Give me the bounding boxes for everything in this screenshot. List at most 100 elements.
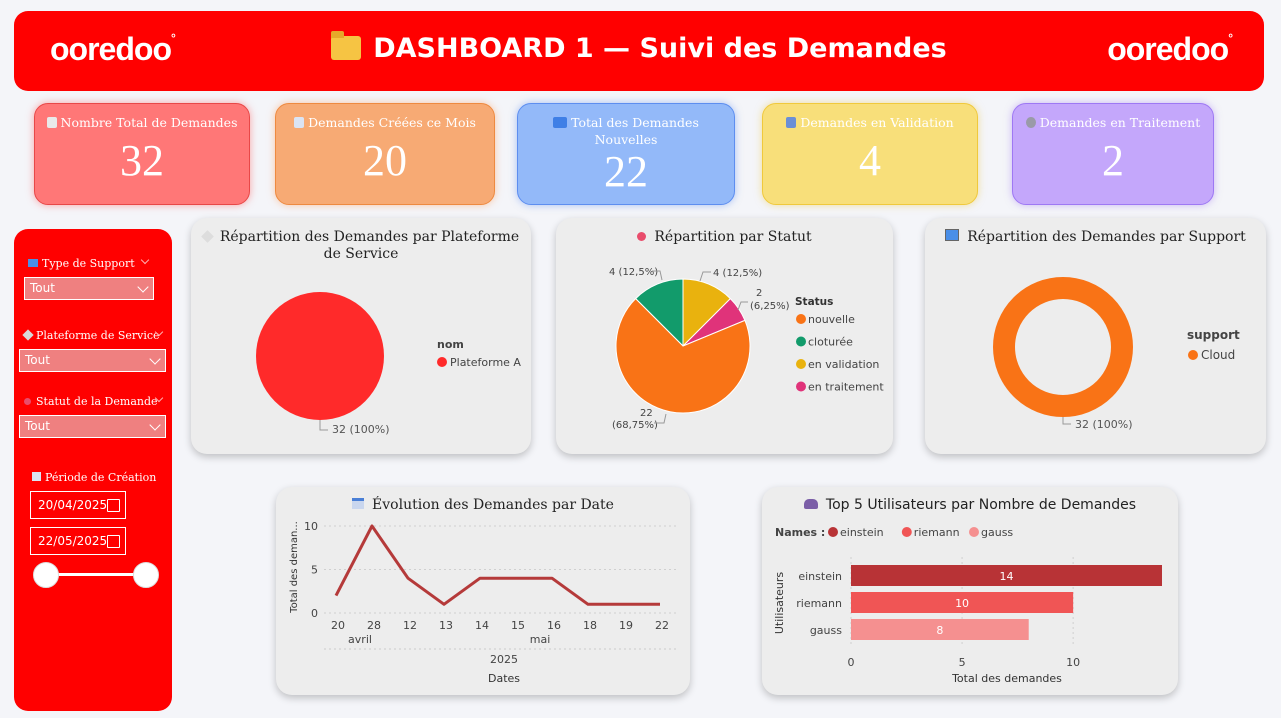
chevron-down-icon bbox=[137, 281, 149, 293]
chart-card-top-users: Top 5 Utilisateurs par Nombre de Demande… bbox=[762, 487, 1178, 695]
legend-title: Names : bbox=[775, 526, 825, 539]
ooredoo-logo-right: ooredoo° bbox=[1107, 31, 1233, 67]
series-line bbox=[334, 524, 660, 606]
slice-leader-line bbox=[1062, 417, 1071, 425]
date-range-slider-handle-start[interactable] bbox=[33, 562, 59, 588]
legend-item: riemann bbox=[914, 526, 960, 539]
y-tick-label: gauss bbox=[810, 624, 842, 637]
calendar-icon bbox=[32, 472, 41, 481]
bar-value-label: 8 bbox=[936, 624, 943, 637]
filter-label-plateforme: Plateforme de Service bbox=[22, 329, 160, 342]
slice-label: 4 (12,5%) bbox=[713, 268, 762, 279]
calendar-icon[interactable] bbox=[107, 535, 120, 548]
x-tick-label: 22 bbox=[655, 619, 669, 632]
chevron-down-icon[interactable] bbox=[140, 255, 150, 265]
y-tick-label: 10 bbox=[304, 520, 318, 533]
x-tick-label: 10 bbox=[1066, 656, 1080, 669]
slice-leader-line bbox=[319, 420, 328, 431]
x-month-label: avril bbox=[348, 633, 372, 646]
kpi-value: 20 bbox=[363, 136, 407, 185]
chart-card-statut: Répartition par Statut 4 (12,5%) 4 (12,5%… bbox=[556, 218, 893, 454]
filters-sidebar: Type de Support Tout Plateforme de Servi… bbox=[14, 229, 172, 711]
legend-item: einstein bbox=[840, 526, 884, 539]
x-tick-label: 19 bbox=[619, 619, 633, 632]
y-tick-label: riemann bbox=[796, 597, 842, 610]
folder-icon bbox=[331, 31, 362, 60]
x-axis-title: Dates bbox=[488, 672, 520, 685]
calendar-icon bbox=[294, 117, 305, 128]
date-range-slider-handle-end[interactable] bbox=[133, 562, 159, 588]
date-end-input[interactable]: 22/05/2025 bbox=[30, 527, 126, 555]
support-donut-svg: 32 (100%) support Cloud bbox=[993, 277, 1240, 431]
legend-item: gauss bbox=[981, 526, 1013, 539]
legend-item: Cloud bbox=[1201, 348, 1235, 362]
legend-marker bbox=[437, 357, 447, 367]
slice-leader-line bbox=[737, 301, 748, 311]
filter-label-statut: Statut de la Demande bbox=[24, 395, 158, 408]
legend-marker bbox=[796, 336, 806, 347]
legend-item: cloturée bbox=[808, 336, 853, 349]
donut-slice bbox=[993, 277, 1133, 417]
x-tick-label: 15 bbox=[511, 619, 525, 632]
legend-item: en validation bbox=[808, 358, 879, 371]
x-year-label: 2025 bbox=[490, 653, 518, 666]
x-tick-label: 13 bbox=[439, 619, 453, 632]
legend-marker bbox=[796, 314, 806, 324]
chart-card-evolution: Évolution des Demandes par Date 0 5 10 20 28… bbox=[276, 487, 690, 695]
x-tick-label: 12 bbox=[403, 619, 417, 632]
page-title: DASHBOARD 1 — Suivi des Demandes bbox=[14, 31, 1264, 64]
kpi-demandes-validation: Demandes en Validation 4 bbox=[762, 103, 978, 205]
x-tick-label: 20 bbox=[331, 619, 345, 632]
legend-marker bbox=[1188, 350, 1198, 360]
kpi-value: 32 bbox=[120, 136, 164, 185]
kpi-demandes-traitement: Demandes en Traitement 2 bbox=[1012, 103, 1214, 205]
legend-title: Status bbox=[795, 296, 833, 308]
x-tick-label: 5 bbox=[959, 656, 966, 669]
legend-title: support bbox=[1187, 328, 1240, 342]
slice-label: (6,25%) bbox=[750, 301, 790, 312]
kpi-total-demandes: Nombre Total de Demandes 32 bbox=[34, 103, 250, 205]
legend-marker bbox=[969, 527, 979, 537]
type-support-select[interactable]: Tout bbox=[24, 277, 154, 300]
kpi-value: 22 bbox=[604, 147, 648, 196]
x-tick-label: 0 bbox=[848, 656, 855, 669]
kpi-label: Total des Demandes Nouvelles bbox=[571, 115, 699, 147]
legend-item: en traitement bbox=[808, 381, 884, 394]
statut-pie-svg: 4 (12,5%) 4 (12,5%) 2 (6,25%) 22(68,75%) Sta… bbox=[609, 267, 884, 431]
plateforme-pie-svg: 32 (100%) nom Plateforme A bbox=[256, 292, 521, 436]
slice-label: 32 (100%) bbox=[1075, 418, 1133, 431]
kpi-value: 2 bbox=[1102, 136, 1124, 185]
y-axis-title: Total des deman... bbox=[289, 521, 300, 614]
document-icon bbox=[46, 117, 57, 128]
legend-item: Plateforme A bbox=[450, 356, 521, 369]
slice-label: 2 bbox=[756, 288, 762, 299]
filter-label-type-support: Type de Support bbox=[28, 257, 135, 270]
filter-label-periode: Période de Création bbox=[32, 471, 156, 484]
legend-title: nom bbox=[437, 338, 464, 351]
new-badge-icon bbox=[553, 117, 568, 128]
date-start-input[interactable]: 20/04/2025 bbox=[30, 491, 126, 519]
slice-leader-line bbox=[699, 271, 711, 282]
x-axis-title: Total des demandes bbox=[951, 672, 1062, 685]
legend-marker bbox=[796, 381, 806, 392]
slice-label: 22 bbox=[640, 408, 653, 419]
statut-select[interactable]: Tout bbox=[19, 415, 166, 438]
legend-marker bbox=[796, 359, 806, 369]
slice-label: 32 (100%) bbox=[332, 423, 390, 436]
kpi-label: Demandes en Traitement bbox=[1039, 115, 1201, 130]
x-tick-label: 16 bbox=[547, 619, 561, 632]
chevron-down-icon bbox=[149, 419, 161, 431]
pushpin-icon bbox=[24, 398, 31, 405]
plateforme-select[interactable]: Tout bbox=[19, 349, 166, 372]
kpi-demandes-mois: Demandes Créées ce Mois 20 bbox=[275, 103, 495, 205]
slice-label: 4 (12,5%) bbox=[609, 267, 658, 278]
inbox-tray-icon bbox=[786, 117, 797, 128]
x-tick-label: 18 bbox=[583, 619, 597, 632]
chart-card-support: Répartition des Demandes par Support 32 … bbox=[925, 218, 1266, 454]
legend-marker bbox=[901, 527, 912, 537]
kpi-label: Demandes Créées ce Mois bbox=[308, 115, 476, 130]
kpi-demandes-nouvelles: Total des Demandes Nouvelles 22 bbox=[517, 103, 735, 205]
calendar-icon[interactable] bbox=[107, 499, 120, 512]
kpi-value: 4 bbox=[859, 136, 881, 185]
y-tick-label: 5 bbox=[311, 564, 318, 577]
